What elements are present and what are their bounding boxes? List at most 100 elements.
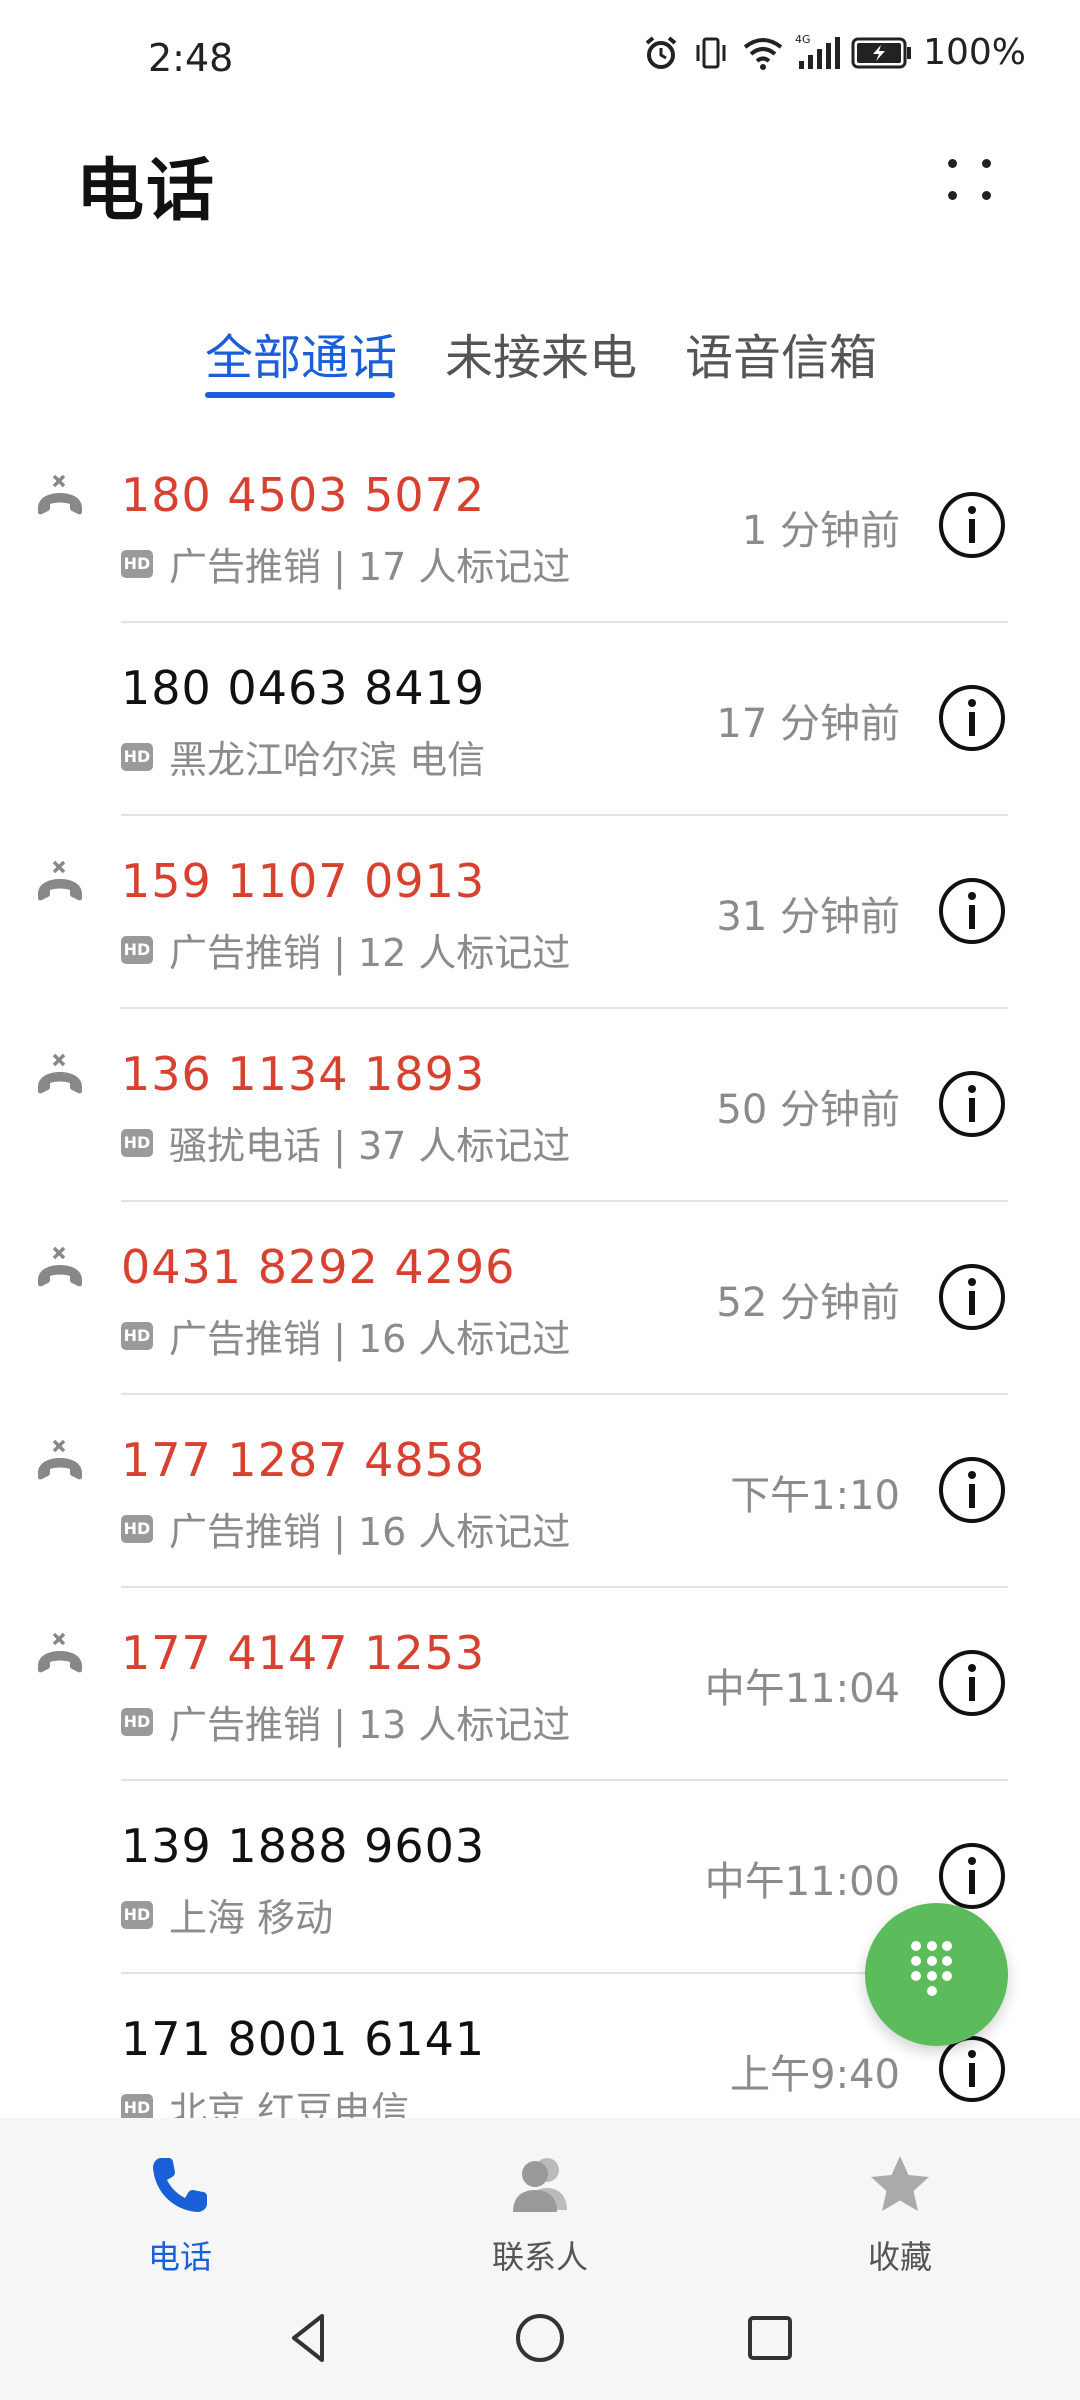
call-detail-text: 广告推销 | 16 人标记过	[169, 1317, 571, 1361]
signal-4g-icon: 4G	[795, 33, 841, 69]
call-detail: HD 骚扰电话 | 37 人标记过	[121, 1115, 570, 1170]
status-bar: 2:48 4G 100%	[0, 0, 1080, 120]
page-title: 电话	[76, 152, 217, 231]
nav-phone-label: 电话	[147, 2238, 212, 2276]
nav-phone[interactable]: 电话	[70, 2140, 290, 2276]
contacts-icon	[513, 2158, 567, 2212]
hd-badge: HD	[121, 1707, 153, 1736]
call-detail-text: 北京 红豆电信	[169, 2089, 410, 2120]
call-detail: HD 广告推销 | 17 人标记过	[121, 536, 570, 591]
missed-call-icon	[38, 860, 82, 901]
svg-text:4G: 4G	[795, 33, 811, 46]
call-detail-text: 广告推销 | 17 人标记过	[169, 545, 571, 589]
bottom-navigation: 电话 联系人 收藏	[0, 2118, 1080, 2278]
tab-all-calls[interactable]: 全部通话	[205, 318, 397, 388]
tab-voicemail[interactable]: 语音信箱	[685, 318, 877, 388]
call-detail-text: 上海 移动	[169, 1896, 334, 1940]
call-detail: HD 广告推销 | 13 人标记过	[121, 1694, 570, 1749]
info-icon[interactable]	[937, 490, 1007, 560]
dialpad-dot-icon	[942, 1941, 952, 1951]
call-row[interactable]: 177 4147 1253 HD 广告推销 | 13 人标记过 中午11:04	[0, 1588, 1080, 1781]
call-row[interactable]: 180 4503 5072 HD 广告推销 | 17 人标记过 1 分钟前	[0, 430, 1080, 623]
dialpad-button[interactable]	[865, 1903, 1008, 2046]
call-row[interactable]: 180 0463 8419 HD 黑龙江哈尔滨 电信 17 分钟前	[0, 623, 1080, 816]
dialpad-dot-icon	[911, 1956, 921, 1966]
call-time: 17 分钟前	[716, 701, 900, 747]
nav-favorites[interactable]: 收藏	[790, 2140, 1010, 2276]
call-detail-text: 骚扰电话 | 37 人标记过	[169, 1124, 571, 1168]
info-icon[interactable]	[937, 1455, 1007, 1525]
call-detail: HD 广告推销 | 16 人标记过	[121, 1501, 570, 1556]
call-detail: HD 广告推销 | 16 人标记过	[121, 1308, 570, 1363]
more-dot-icon	[948, 191, 957, 200]
dialpad-dot-icon	[926, 1941, 937, 1951]
more-options-button[interactable]	[930, 145, 1010, 215]
info-icon[interactable]	[937, 876, 1007, 946]
more-dot-icon	[982, 191, 991, 200]
dialpad-dot-icon	[926, 1956, 937, 1966]
status-icons: 4G 100%	[641, 32, 1026, 73]
call-number: 136 1134 1893	[121, 1047, 486, 1101]
call-number: 159 1107 0913	[121, 854, 486, 908]
hd-badge: HD	[121, 2093, 153, 2120]
dialpad-dot-icon	[911, 1941, 921, 1951]
call-time: 上午9:40	[730, 2052, 900, 2098]
back-icon[interactable]	[280, 2308, 340, 2368]
call-log-list[interactable]: 180 4503 5072 HD 广告推销 | 17 人标记过 1 分钟前 180 04…	[0, 430, 1080, 2120]
call-number: 180 4503 5072	[121, 468, 486, 522]
call-row[interactable]: 159 1107 0913 HD 广告推销 | 12 人标记过 31 分钟前	[0, 816, 1080, 1009]
hd-badge: HD	[121, 742, 153, 771]
hd-badge: HD	[121, 1900, 153, 1929]
call-time: 31 分钟前	[716, 894, 900, 940]
call-time: 中午11:04	[704, 1666, 900, 1712]
nav-contacts-label: 联系人	[491, 2238, 588, 2276]
call-number: 177 4147 1253	[121, 1626, 486, 1680]
call-number: 180 0463 8419	[121, 661, 486, 715]
dialpad-dot-icon	[911, 1971, 921, 1981]
call-number: 139 1888 9603	[121, 1819, 486, 1873]
call-time: 中午11:00	[704, 1859, 900, 1905]
info-icon[interactable]	[937, 1069, 1007, 1139]
dialpad-dot-icon	[942, 1956, 952, 1966]
info-icon[interactable]	[937, 1262, 1007, 1332]
home-icon[interactable]	[510, 2308, 570, 2368]
wifi-icon	[743, 37, 783, 70]
status-time: 2:48	[148, 36, 234, 80]
call-row[interactable]: 136 1134 1893 HD 骚扰电话 | 37 人标记过 50 分钟前	[0, 1009, 1080, 1202]
hd-badge: HD	[121, 1514, 153, 1543]
tab-missed-calls[interactable]: 未接来电	[445, 318, 637, 388]
nav-favorites-label: 收藏	[867, 2238, 932, 2276]
info-icon[interactable]	[937, 1648, 1007, 1718]
nav-contacts[interactable]: 联系人	[430, 2140, 650, 2276]
call-time: 50 分钟前	[716, 1087, 900, 1133]
more-dot-icon	[948, 159, 957, 168]
info-icon[interactable]	[937, 1841, 1007, 1911]
dialpad-dot-icon	[926, 1971, 937, 1981]
call-time: 下午1:10	[730, 1473, 900, 1519]
call-detail: HD 广告推销 | 12 人标记过	[121, 922, 570, 977]
hd-badge: HD	[121, 1321, 153, 1350]
battery-percent: 100%	[923, 32, 1026, 73]
phone-icon	[153, 2158, 207, 2212]
missed-call-icon	[38, 474, 82, 515]
call-row[interactable]: 177 1287 4858 HD 广告推销 | 16 人标记过 下午1:10	[0, 1395, 1080, 1588]
alarm-icon	[645, 35, 677, 69]
call-detail: HD 北京 红豆电信	[121, 2080, 409, 2120]
missed-call-icon	[38, 1246, 82, 1287]
vibrate-icon	[696, 37, 726, 68]
system-navigation-bar	[0, 2278, 1080, 2400]
call-number: 0431 8292 4296	[121, 1240, 516, 1294]
dialpad-dot-icon	[942, 1971, 952, 1981]
call-detail: HD 黑龙江哈尔滨 电信	[121, 729, 485, 784]
call-time: 52 分钟前	[716, 1280, 900, 1326]
call-tabs: 全部通话 未接来电 语音信箱	[0, 318, 1080, 408]
missed-call-icon	[38, 1439, 82, 1480]
star-icon	[871, 2156, 929, 2211]
hd-badge: HD	[121, 1128, 153, 1157]
call-row[interactable]: 0431 8292 4296 HD 广告推销 | 16 人标记过 52 分钟前	[0, 1202, 1080, 1395]
more-dot-icon	[982, 159, 991, 168]
hd-badge: HD	[121, 935, 153, 964]
info-icon[interactable]	[937, 683, 1007, 753]
hd-badge: HD	[121, 549, 153, 578]
recents-icon[interactable]	[740, 2308, 800, 2368]
